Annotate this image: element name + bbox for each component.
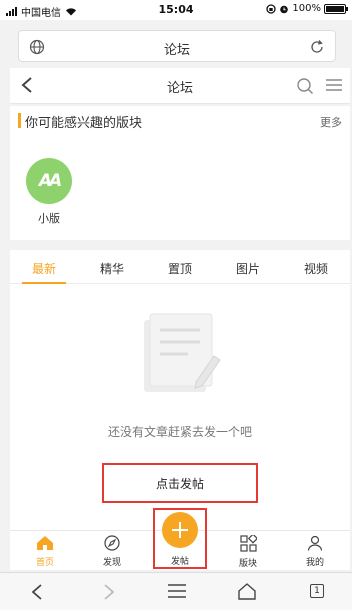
tab-videos[interactable]: 视频 <box>282 250 350 283</box>
nav-profile[interactable]: 我的 <box>290 535 340 568</box>
user-icon <box>307 535 323 551</box>
plus-icon <box>162 512 198 548</box>
nav-discover[interactable]: 发现 <box>87 535 137 568</box>
tab-featured[interactable]: 精华 <box>78 250 146 283</box>
section-accent-bar <box>18 113 21 128</box>
nav-home[interactable]: 首页 <box>20 535 70 568</box>
url-title: 论坛 <box>163 43 190 58</box>
browser-home-icon[interactable] <box>238 583 256 600</box>
browser-menu-icon[interactable] <box>168 583 186 599</box>
nav-post[interactable]: 发帖 <box>153 508 207 569</box>
menu-icon[interactable] <box>326 78 342 92</box>
section-header: 你可能感兴趣的版块 更多 <box>10 106 350 134</box>
forum-logo-icon: AA <box>26 158 72 204</box>
forum-label: 小版 <box>38 212 60 225</box>
tab-pinned[interactable]: 置顶 <box>146 250 214 283</box>
compass-icon <box>104 535 120 551</box>
status-bar: 中国电信 15:04 100% <box>0 0 352 20</box>
browser-forward-icon[interactable] <box>102 583 116 601</box>
reload-icon[interactable] <box>309 39 325 55</box>
nav-post-label: 发帖 <box>170 557 189 567</box>
nav-forums-label: 版块 <box>238 559 257 569</box>
section-title: 你可能感兴趣的版块 <box>25 116 143 131</box>
alarm-icon <box>280 5 289 13</box>
forum-list: AA 小版 <box>10 134 350 240</box>
bottom-nav: 首页 发现 发帖 版块 我的 <box>10 508 350 570</box>
empty-message: 还没有文章赶紧去发一个吧 <box>107 425 252 439</box>
content-panel: 最新 精华 置顶 图片 视频 还没有文章赶紧去发一个吧 点击发帖 <box>10 250 350 530</box>
battery-percent: 100% <box>292 3 321 14</box>
nav-discover-label: 发现 <box>102 558 121 568</box>
tab-images[interactable]: 图片 <box>214 250 282 283</box>
browser-toolbar: 1 <box>0 572 352 610</box>
page-header: 论坛 <box>10 68 350 104</box>
post-button[interactable]: 点击发帖 <box>102 463 258 503</box>
url-bar[interactable]: 论坛 <box>18 30 336 62</box>
lock-rotation-icon <box>266 3 277 14</box>
empty-document-icon <box>144 313 221 392</box>
tab-latest[interactable]: 最新 <box>10 250 78 284</box>
home-icon <box>37 536 53 550</box>
nav-forums[interactable]: 版块 <box>223 533 273 569</box>
more-link[interactable]: 更多 <box>320 114 342 130</box>
nav-profile-label: 我的 <box>305 558 324 568</box>
battery-icon <box>324 3 348 14</box>
grid-icon <box>239 533 258 552</box>
browser-back-icon[interactable] <box>30 583 44 601</box>
nav-home-label: 首页 <box>35 558 54 568</box>
forum-item[interactable]: AA 小版 <box>24 158 74 226</box>
tab-count-button[interactable]: 1 <box>310 584 324 598</box>
tab-bar: 最新 精华 置顶 图片 视频 <box>10 250 350 284</box>
search-icon[interactable] <box>296 77 314 95</box>
